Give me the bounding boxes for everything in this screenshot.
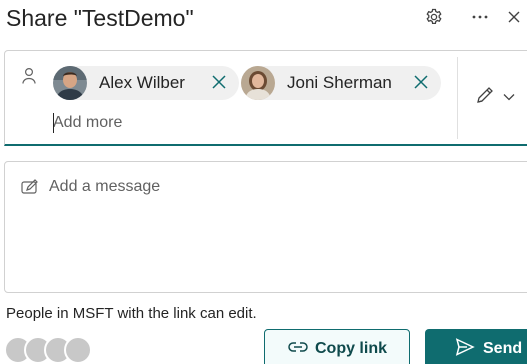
- avatar: [241, 66, 275, 100]
- edit-message-icon: [21, 179, 39, 195]
- avatar: [53, 66, 87, 100]
- share-dialog: Share "TestDemo" Alex Wilber Joni Sherma…: [0, 0, 527, 364]
- copy-link-label: Copy link: [314, 340, 387, 357]
- avatar: [64, 336, 92, 364]
- remove-recipient-icon[interactable]: [211, 74, 227, 90]
- close-icon[interactable]: [503, 6, 525, 28]
- add-more-input[interactable]: [53, 109, 433, 137]
- send-label: Send: [483, 340, 523, 357]
- link-icon: [287, 340, 309, 358]
- chevron-down-icon: [503, 88, 515, 106]
- recipient-chip[interactable]: Joni Sherman: [241, 66, 441, 100]
- link-settings-text[interactable]: People in MSFT with the link can edit.: [6, 305, 257, 322]
- dialog-title: Share "TestDemo": [6, 5, 194, 31]
- person-icon: [21, 67, 37, 85]
- text-cursor: [53, 113, 54, 133]
- recipient-name: Alex Wilber: [99, 73, 185, 92]
- message-field[interactable]: [4, 161, 527, 293]
- send-button[interactable]: Send: [425, 329, 527, 364]
- more-icon[interactable]: [469, 6, 491, 28]
- recipient-name: Joni Sherman: [287, 73, 392, 92]
- remove-recipient-icon[interactable]: [413, 74, 429, 90]
- gear-icon[interactable]: [423, 6, 445, 28]
- permissions-button[interactable]: [475, 85, 527, 109]
- message-input[interactable]: [49, 175, 509, 199]
- shared-with-avatars[interactable]: [4, 336, 94, 364]
- copy-link-button[interactable]: Copy link: [264, 329, 410, 364]
- recipient-chip[interactable]: Alex Wilber: [53, 66, 239, 100]
- divider: [457, 57, 458, 139]
- pencil-icon: [475, 85, 495, 110]
- recipients-field[interactable]: Alex Wilber Joni Sherman: [4, 50, 527, 146]
- send-icon: [455, 337, 475, 361]
